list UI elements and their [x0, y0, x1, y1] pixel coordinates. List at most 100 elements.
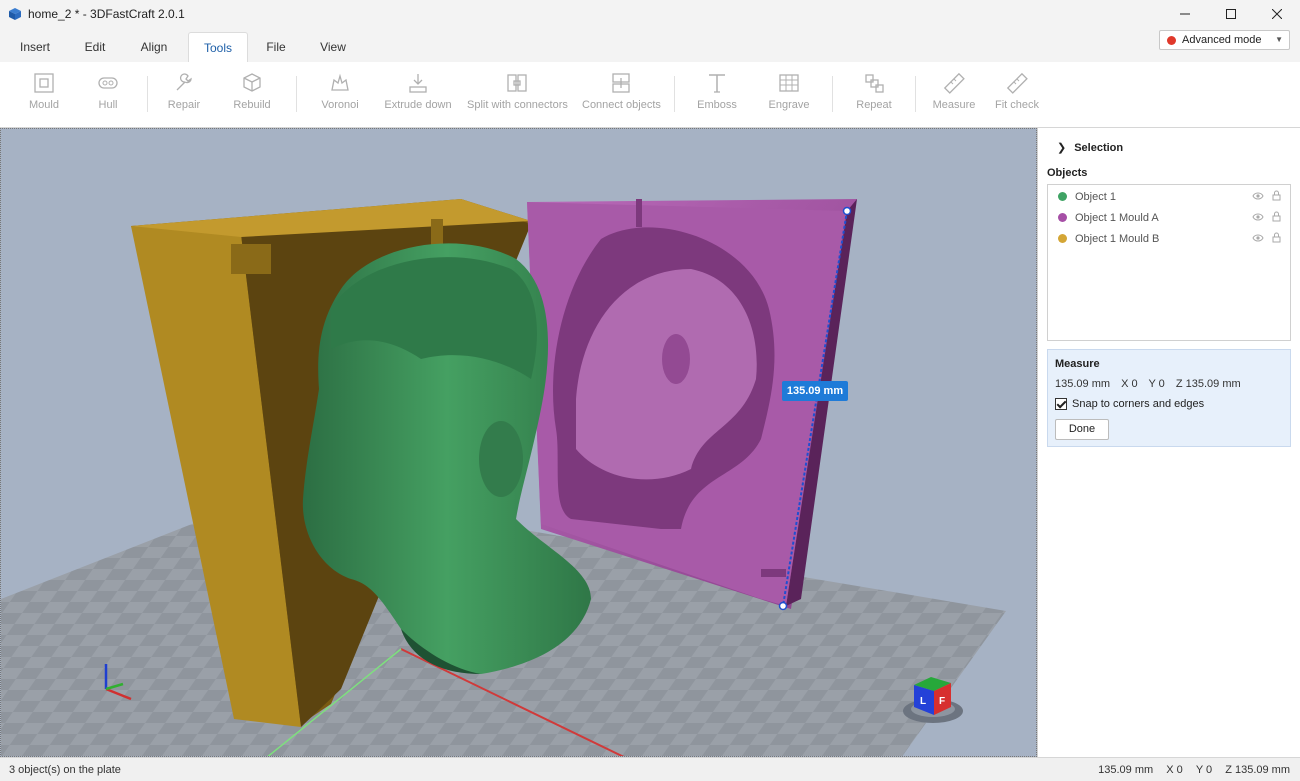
lock-icon[interactable] [1272, 211, 1281, 222]
status-y: Y 0 [1195, 764, 1213, 776]
window-title: home_2 * - 3DFastCraft 2.0.1 [28, 7, 185, 21]
list-item[interactable]: Object 1 [1048, 186, 1290, 207]
tab-file[interactable]: File [258, 32, 294, 62]
measure-title: Measure [1055, 358, 1100, 370]
status-bar: 3 object(s) on the plate 135.09 mm X 0 Y… [0, 757, 1300, 781]
eye-icon[interactable] [1252, 191, 1264, 201]
engrave-label: Engrave [768, 99, 810, 111]
voronoi-label: Voronoi [321, 99, 359, 111]
connect-objects-button[interactable]: Connect objects [582, 72, 661, 111]
tab-edit[interactable]: Edit [75, 32, 115, 62]
tools-toolbar: Mould Hull Repair Rebuild Voronoi Extrud… [0, 62, 1300, 128]
minimize-button[interactable] [1162, 0, 1208, 28]
tab-tools[interactable]: Tools [188, 32, 248, 62]
measure-z: Z 135.09 mm [1175, 378, 1241, 390]
measure-label: Measure [932, 99, 976, 111]
repeat-label: Repeat [856, 99, 892, 111]
3d-viewport[interactable]: L F 135.09 mm [0, 128, 1037, 757]
measure-panel: Measure 135.09 mm X 0 Y 0 Z 135.09 mm Sn… [1047, 349, 1291, 447]
objects-heading: Objects [1047, 167, 1088, 179]
measure-x: X 0 [1121, 378, 1138, 390]
split-icon [507, 74, 527, 92]
measure-values: 135.09 mm X 0 Y 0 Z 135.09 mm [1055, 378, 1249, 390]
close-button[interactable] [1254, 0, 1300, 28]
chevron-right-icon: ❯ [1057, 142, 1067, 154]
text-icon [709, 74, 725, 93]
maximize-icon [1226, 9, 1236, 19]
maximize-button[interactable] [1208, 0, 1254, 28]
eye-icon[interactable] [1252, 233, 1264, 243]
repair-label: Repair [167, 99, 201, 111]
connect-objects-label: Connect objects [582, 99, 661, 111]
toolbar-divider [832, 76, 833, 112]
eye-icon[interactable] [1252, 212, 1264, 222]
minimize-icon [1180, 13, 1190, 15]
extrude-down-button[interactable]: Extrude down [384, 72, 452, 111]
lock-icon[interactable] [1272, 232, 1281, 243]
fit-check-icon [1006, 72, 1028, 94]
repair-button[interactable]: Repair [162, 72, 206, 111]
color-dot [1058, 192, 1067, 201]
mould-button[interactable]: Mould [22, 72, 66, 111]
voronoi-icon [331, 73, 349, 91]
app-logo-icon [9, 8, 21, 20]
status-measurements: 135.09 mm X 0 Y 0 Z 135.09 mm [1088, 764, 1290, 776]
svg-text:L: L [920, 696, 926, 707]
toolbar-divider [915, 76, 916, 112]
title-bar: home_2 * - 3DFastCraft 2.0.1 [0, 0, 1300, 28]
voronoi-button[interactable]: Voronoi [317, 72, 363, 111]
measure-y: Y 0 [1148, 378, 1165, 390]
toolbar-divider [296, 76, 297, 112]
snap-checkbox-row[interactable]: Snap to corners and edges [1055, 398, 1204, 410]
split-with-connectors-label: Split with connectors [467, 99, 568, 111]
toolbar-divider [147, 76, 148, 112]
color-dot [1058, 213, 1067, 222]
rebuild-label: Rebuild [233, 99, 271, 111]
extrude-down-label: Extrude down [384, 99, 452, 111]
snap-checkbox[interactable] [1055, 398, 1067, 410]
emboss-label: Emboss [697, 99, 737, 111]
toolbar-divider [674, 76, 675, 112]
right-panel: ❯ Selection Objects Object 1 Object 1 Mo… [1037, 128, 1300, 757]
tab-insert[interactable]: Insert [14, 32, 56, 62]
mould-label: Mould [29, 99, 59, 111]
svg-text:F: F [939, 696, 945, 707]
measure-button[interactable]: Measure [932, 72, 976, 111]
grid-icon [779, 74, 799, 92]
hull-label: Hull [98, 99, 118, 111]
fit-check-label: Fit check [994, 99, 1039, 111]
tab-view[interactable]: View [313, 32, 353, 62]
list-item[interactable]: Object 1 Mould A [1048, 207, 1290, 228]
mode-status-dot [1167, 35, 1176, 45]
repeat-icon [865, 74, 884, 93]
emboss-button[interactable]: Emboss [695, 72, 739, 111]
selection-label: Selection [1074, 141, 1124, 154]
status-z: Z 135.09 mm [1225, 764, 1290, 776]
split-with-connectors-button[interactable]: Split with connectors [467, 72, 568, 111]
hull-button[interactable]: Hull [86, 72, 130, 111]
measure-length: 135.09 mm [1055, 378, 1111, 390]
mould-icon [34, 73, 54, 93]
mode-label: Advanced mode [1182, 34, 1262, 46]
scene-canvas: L F [1, 199, 1006, 756]
done-button[interactable]: Done [1055, 419, 1109, 440]
ribbon-tabs: Insert Edit Align Tools File View [0, 28, 1300, 62]
wrench-icon [176, 73, 192, 91]
hull-icon [98, 77, 118, 89]
rebuild-button[interactable]: Rebuild [229, 72, 275, 111]
status-x: X 0 [1166, 764, 1183, 776]
engrave-button[interactable]: Engrave [766, 72, 812, 111]
lock-icon[interactable] [1272, 190, 1281, 201]
status-object-count: 3 object(s) on the plate [9, 764, 121, 776]
connect-icon [612, 73, 630, 93]
mode-select[interactable]: Advanced mode ▼ [1159, 30, 1290, 50]
close-icon [1272, 9, 1282, 19]
selection-toggle[interactable]: ❯ Selection [1057, 141, 1124, 155]
repeat-button[interactable]: Repeat [852, 72, 896, 111]
list-item[interactable]: Object 1 Mould B [1048, 228, 1290, 249]
color-dot [1058, 234, 1067, 243]
fit-check-button[interactable]: Fit check [994, 72, 1040, 111]
tab-align[interactable]: Align [133, 32, 175, 62]
status-length: 135.09 mm [1098, 764, 1154, 776]
extrude-icon [409, 74, 427, 93]
